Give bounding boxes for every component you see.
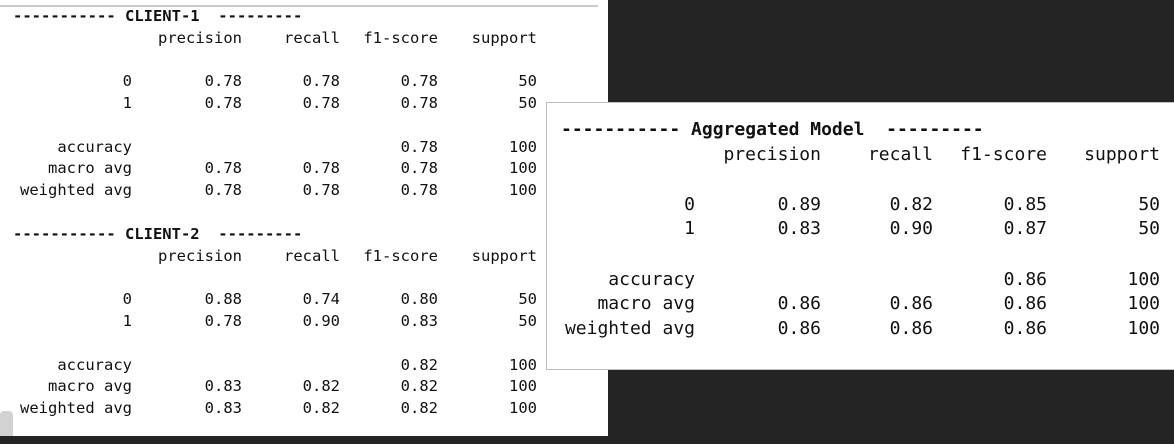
precision-value: 0.83: [204, 377, 242, 395]
recall-value: 0.90: [889, 218, 933, 239]
recall-value: 0.82: [302, 377, 340, 395]
row-label: 0: [122, 290, 132, 308]
support-value: 100: [1127, 318, 1160, 339]
recall-value: 0.86: [889, 293, 933, 314]
f1-value: 0.86: [1003, 293, 1047, 314]
client1-header-support: support: [471, 29, 537, 47]
support-value: 100: [509, 181, 537, 199]
f1-value: 0.78: [400, 94, 438, 112]
f1-value: 0.86: [1003, 318, 1047, 339]
row-label: macro avg: [48, 377, 132, 395]
precision-value: 0.78: [204, 159, 242, 177]
row-label: 0: [684, 194, 695, 215]
row-label: accuracy: [57, 138, 132, 156]
row-label: accuracy: [57, 356, 132, 374]
support-value: 100: [1127, 269, 1160, 290]
recall-value: 0.78: [302, 181, 340, 199]
f1-value: 0.78: [400, 159, 438, 177]
row-label: weighted avg: [20, 399, 132, 417]
row-label: macro avg: [48, 159, 132, 177]
support-value: 100: [509, 138, 537, 156]
recall-value: 0.78: [302, 72, 340, 90]
f1-value: 0.82: [400, 377, 438, 395]
support-value: 100: [509, 356, 537, 374]
recall-value: 0.82: [889, 194, 933, 215]
recall-value: 0.82: [302, 399, 340, 417]
recall-value: 0.78: [302, 94, 340, 112]
support-value: 50: [1138, 218, 1160, 239]
aggregated-report-panel: ----------- Aggregated Model --------- p…: [547, 103, 1174, 369]
precision-value: 0.83: [204, 399, 242, 417]
precision-value: 0.88: [204, 290, 242, 308]
client2-header-f1: f1-score: [363, 247, 438, 265]
aggregated-header-f1: f1-score: [960, 144, 1047, 165]
row-label: weighted avg: [20, 181, 132, 199]
row-label: 0: [122, 72, 132, 90]
client2-header-support: support: [471, 247, 537, 265]
precision-value: 0.86: [777, 318, 821, 339]
precision-value: 0.83: [777, 218, 821, 239]
f1-value: 0.83: [400, 312, 438, 330]
support-value: 100: [509, 377, 537, 395]
row-label: weighted avg: [564, 318, 695, 339]
recall-value: 0.90: [302, 312, 340, 330]
recall-value: 0.86: [889, 318, 933, 339]
support-value: 50: [518, 312, 537, 330]
row-label: 1: [122, 312, 132, 330]
row-label: 1: [122, 94, 132, 112]
row-label: macro avg: [597, 293, 695, 314]
client1-title: ----------- CLIENT-1 ---------: [13, 7, 303, 25]
precision-value: 0.86: [777, 293, 821, 314]
f1-value: 0.87: [1003, 218, 1047, 239]
f1-value: 0.82: [400, 399, 438, 417]
support-value: 100: [509, 159, 537, 177]
f1-value: 0.86: [1003, 269, 1047, 290]
f1-value: 0.78: [400, 181, 438, 199]
clients-report-panel: ----------- CLIENT-1 --------- precision…: [0, 0, 608, 436]
client2-title: ----------- CLIENT-2 ---------: [13, 225, 303, 243]
precision-value: 0.89: [777, 194, 821, 215]
client1-header-recall: recall: [284, 29, 340, 47]
client1-header-precision: precision: [158, 29, 242, 47]
precision-value: 0.78: [204, 72, 242, 90]
scroll-tab: [0, 411, 13, 436]
client1-header-f1: f1-score: [363, 29, 438, 47]
aggregated-header-recall: recall: [867, 144, 933, 165]
aggregated-header-precision: precision: [723, 144, 821, 165]
f1-value: 0.80: [400, 290, 438, 308]
aggregated-title: ----------- Aggregated Model ---------: [561, 119, 984, 140]
support-value: 100: [1127, 293, 1160, 314]
f1-value: 0.78: [400, 72, 438, 90]
f1-value: 0.78: [400, 138, 438, 156]
f1-value: 0.82: [400, 356, 438, 374]
support-value: 50: [518, 94, 537, 112]
recall-value: 0.74: [302, 290, 340, 308]
recall-value: 0.78: [302, 159, 340, 177]
row-label: accuracy: [608, 269, 695, 290]
client2-header-precision: precision: [158, 247, 242, 265]
f1-value: 0.85: [1003, 194, 1047, 215]
precision-value: 0.78: [204, 181, 242, 199]
support-value: 50: [1138, 194, 1160, 215]
precision-value: 0.78: [204, 94, 242, 112]
precision-value: 0.78: [204, 312, 242, 330]
client2-header-recall: recall: [284, 247, 340, 265]
row-label: 1: [684, 218, 695, 239]
support-value: 100: [509, 399, 537, 417]
support-value: 50: [518, 72, 537, 90]
aggregated-header-support: support: [1084, 144, 1160, 165]
support-value: 50: [518, 290, 537, 308]
